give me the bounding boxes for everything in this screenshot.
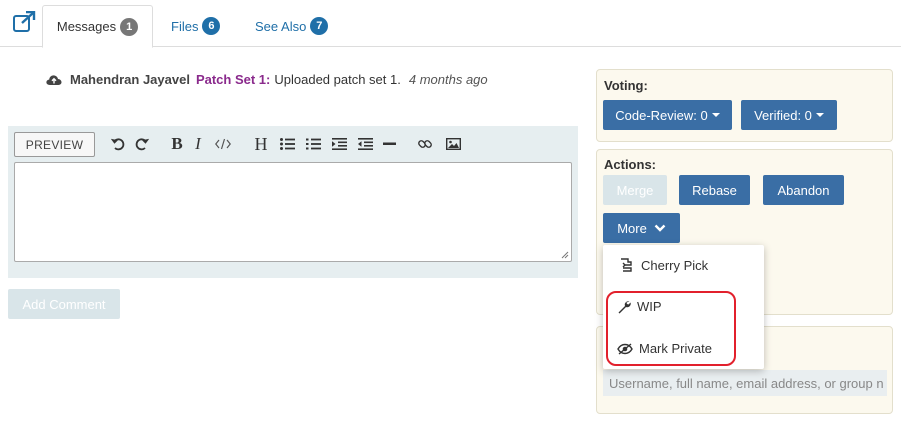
heading-icon[interactable]: H [253,134,269,154]
code-icon[interactable] [214,134,232,154]
preview-button[interactable]: PREVIEW [14,132,95,157]
mark-private-label: Mark Private [639,341,712,356]
message-time: 4 months ago [408,72,488,87]
eye-slash-icon [617,342,633,355]
tab-files[interactable]: Files 6 [171,5,221,47]
voting-title: Voting: [604,78,648,93]
cherry-pick-label: Cherry Pick [641,257,709,273]
abandon-button[interactable]: Abandon [763,175,844,205]
link-icon[interactable] [417,134,433,154]
comment-textarea[interactable] [14,162,572,262]
indent-icon[interactable] [331,134,347,154]
tab-messages-label: Messages [56,19,117,34]
files-count-badge: 6 [202,17,221,35]
tab-files-label: Files [171,18,199,34]
more-label: More [617,220,647,236]
italic-icon[interactable]: I [192,134,204,154]
horizontal-rule-icon[interactable] [382,134,396,154]
chevron-down-icon [654,224,666,232]
tab-see-also-label: See Also [255,18,307,34]
messages-count-badge: 1 [120,17,139,36]
code-review-button[interactable]: Code-Review: 0 [603,100,732,130]
comment-editor: PREVIEW B I H [8,126,578,278]
undo-icon[interactable] [110,134,126,154]
message-author[interactable]: Mahendran Jayavel [70,72,190,87]
menu-item-cherry-pick[interactable]: Cherry Pick [619,257,708,273]
message-patch-set: Patch Set 1: [195,72,271,87]
caret-down-icon [815,113,824,117]
reviewer-search-input[interactable]: Username, full name, email address, or g… [603,370,887,396]
verified-label: Verified: 0 [754,107,812,123]
outdent-icon[interactable] [357,134,373,154]
menu-item-mark-private[interactable]: Mark Private [617,341,712,356]
message-text: Uploaded patch set 1. [274,72,401,87]
image-icon[interactable] [445,134,461,154]
bullet-list-icon[interactable] [279,134,295,154]
bold-icon[interactable]: B [170,134,184,154]
actions-title: Actions: [604,157,656,172]
wrench-icon [618,300,631,313]
redo-icon[interactable] [134,134,150,154]
more-actions-menu: Cherry Pick WIP Mark Private [603,245,764,369]
menu-item-wip[interactable]: WIP [617,299,662,314]
more-button[interactable]: More [603,213,680,243]
verified-button[interactable]: Verified: 0 [741,100,837,130]
code-review-label: Code-Review: 0 [615,107,708,123]
wip-label: WIP [637,299,662,314]
tab-messages[interactable]: Messages 1 [42,5,153,48]
add-comment-button[interactable]: Add Comment [8,289,120,319]
voting-panel: Voting: Code-Review: 0 Verified: 0 [596,69,893,142]
tab-bar: Messages 1 Files 6 See Also 7 [0,0,901,48]
numbered-list-icon[interactable] [305,134,321,154]
external-link-icon[interactable] [12,10,36,33]
caret-down-icon [711,113,720,117]
rebase-button[interactable]: Rebase [679,175,750,205]
merge-button[interactable]: Merge [603,175,667,205]
resize-grip-icon[interactable] [561,251,569,259]
cloud-upload-icon [46,74,62,85]
see-also-count-badge: 7 [310,17,329,35]
cherry-pick-icon [621,258,632,272]
tab-see-also[interactable]: See Also 7 [255,5,329,47]
message-entry: Mahendran Jayavel Patch Set 1: Uploaded … [46,72,488,87]
